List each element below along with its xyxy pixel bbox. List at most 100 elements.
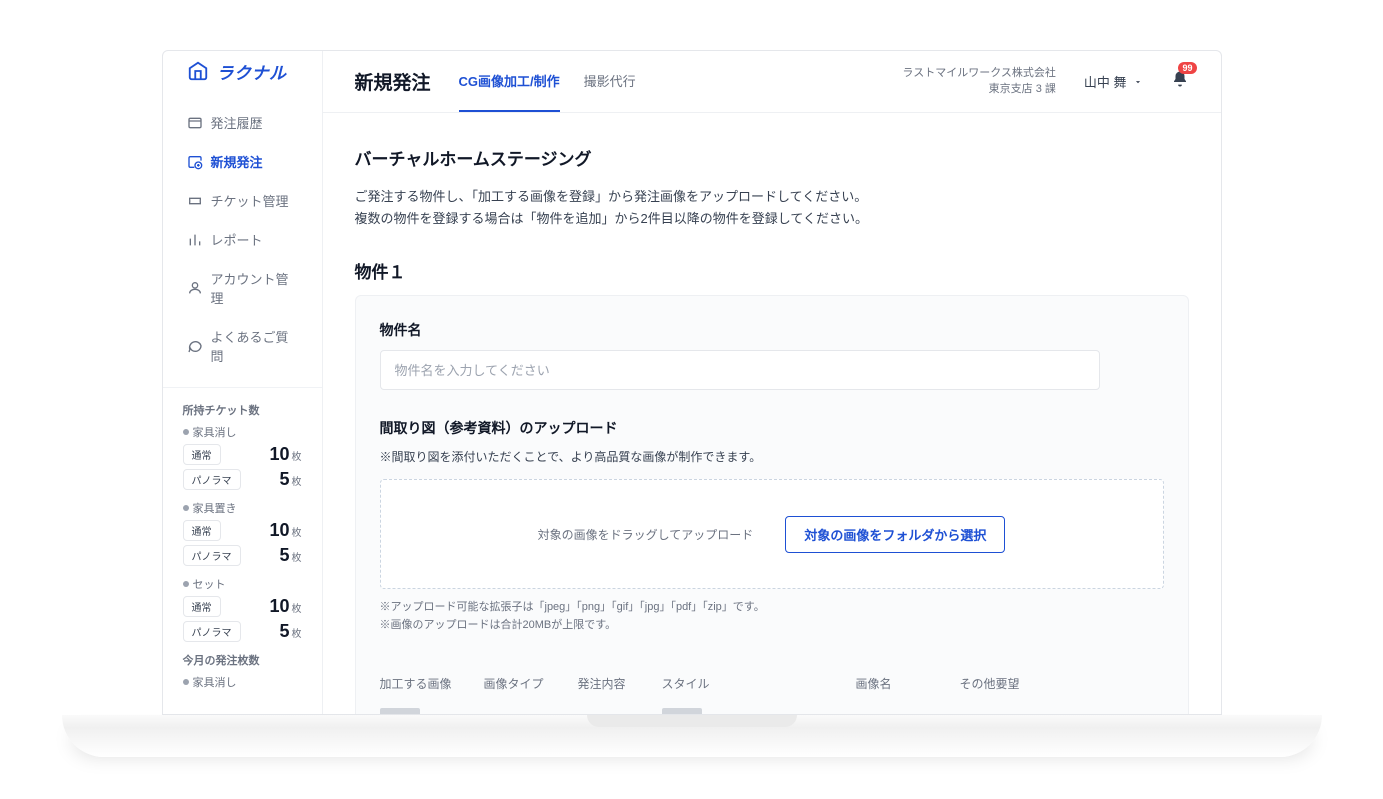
month-group-kagukeshi: 家具消し	[183, 674, 302, 690]
dot-icon	[183, 679, 189, 685]
ticket-tag-panorama: パノラマ	[183, 469, 241, 490]
ticket-group-name: 家具置き	[193, 500, 237, 516]
header: 新規発注 CG画像加工/制作 撮影代行 ラストマイルワークス株式会社 東京支店 …	[323, 51, 1221, 113]
th-other: その他要望	[960, 675, 1164, 692]
header-tabs: CG画像加工/制作 撮影代行	[459, 51, 636, 112]
chevron-down-icon	[1133, 77, 1143, 87]
sidebar-item-label: 新規発注	[211, 152, 263, 171]
ticket-group-name: 家具消し	[193, 424, 237, 440]
notification-badge: 99	[1178, 62, 1196, 74]
ticket-icon	[187, 193, 203, 209]
content: バーチャルホームステージング ご発注する物件し、「加工する画像を登録」から発注画…	[323, 113, 1221, 714]
upload-notes: ※アップロード可能な拡張子は「jpeg」「png」「gif」「jpg」「pdf」…	[380, 599, 1164, 634]
sidebar-item-report[interactable]: レポート	[163, 220, 322, 259]
order-table-headers: 加工する画像 画像タイプ 発注内容 スタイル 画像名 その他要望	[380, 675, 1164, 692]
sidebar-item-faq[interactable]: よくあるご質問	[163, 317, 322, 375]
sidebar-item-label: よくあるご質問	[211, 327, 298, 365]
dot-icon	[183, 505, 189, 511]
ticket-count-unit: 枚	[292, 625, 302, 640]
th-type: 画像タイプ	[484, 675, 554, 692]
logo-icon	[187, 60, 209, 82]
logo-text: ラクナル	[217, 59, 287, 84]
th-content: 発注内容	[578, 675, 638, 692]
sidebar-item-label: アカウント管理	[211, 269, 298, 307]
account-icon	[187, 280, 203, 296]
notifications-button[interactable]: 99	[1171, 70, 1189, 93]
floorplan-label: 間取り図（参考資料）のアップロード	[380, 418, 1164, 438]
ticket-tag-panorama: パノラマ	[183, 545, 241, 566]
section-description: ご発注する物件し、「加工する画像を登録」から発注画像をアップロードしてください。…	[355, 186, 1189, 230]
th-name: 画像名	[856, 675, 936, 692]
faq-icon	[187, 338, 203, 354]
floorplan-help: ※間取り図を添付いただくことで、より高品質な画像が制作できます。	[380, 448, 1164, 467]
ticket-count-unit: 枚	[292, 448, 302, 463]
th-image: 加工する画像	[380, 675, 460, 692]
ticket-tag-panorama: パノラマ	[183, 621, 241, 642]
note-line: ※アップロード可能な拡張子は「jpeg」「png」「gif」「jpg」「pdf」…	[380, 599, 1164, 617]
company-division: 東京支店 3 課	[902, 82, 1055, 97]
sidebar-item-new-order[interactable]: 新規発注	[163, 142, 322, 181]
sidebar-item-label: 発注履歴	[211, 113, 263, 132]
note-line: ※画像のアップロードは合計20MBが上限です。	[380, 617, 1164, 635]
laptop-notch	[587, 715, 797, 727]
ticket-tag-normal: 通常	[183, 596, 221, 617]
ticket-group-set: セット 通常 10枚 パノラマ 5枚	[183, 576, 302, 642]
month-order-title: 今月の発注枚数	[183, 652, 302, 668]
property-name-input[interactable]	[380, 350, 1100, 390]
section-title: バーチャルホームステージング	[355, 145, 1189, 170]
dropzone-text: 対象の画像をドラッグしてアップロード	[538, 526, 754, 543]
dot-icon	[183, 581, 189, 587]
ticket-count-value: 10	[269, 596, 289, 617]
sidebar: ラクナル 発注履歴 新規発注 チケット管理 レポート	[163, 51, 323, 714]
nav-list: 発注履歴 新規発注 チケット管理 レポート アカウント管理	[163, 91, 322, 387]
dot-icon	[183, 429, 189, 435]
ticket-panel-title: 所持チケット数	[183, 402, 302, 418]
ticket-count-value: 10	[269, 444, 289, 465]
ticket-count-value: 5	[279, 621, 289, 642]
ticket-count-value: 10	[269, 520, 289, 541]
property-heading: 物件１	[355, 258, 1189, 283]
ticket-group-name: 家具消し	[193, 674, 237, 690]
company-name: ラストマイルワークス株式会社	[902, 66, 1055, 81]
image-placeholder-icon	[380, 708, 420, 714]
image-placeholder-icon	[662, 708, 702, 714]
new-order-icon	[187, 154, 203, 170]
history-icon	[187, 115, 203, 131]
upload-dropzone[interactable]: 対象の画像をドラッグしてアップロード 対象の画像をフォルダから選択	[380, 479, 1164, 589]
ticket-count-value: 5	[279, 469, 289, 490]
company-info: ラストマイルワークス株式会社 東京支店 3 課	[902, 66, 1055, 97]
sidebar-item-ticket[interactable]: チケット管理	[163, 181, 322, 220]
ticket-tag-normal: 通常	[183, 444, 221, 465]
tab-photography[interactable]: 撮影代行	[584, 51, 636, 112]
ticket-group-name: セット	[193, 576, 226, 592]
property-card: 物件名 間取り図（参考資料）のアップロード ※間取り図を添付いただくことで、より…	[355, 295, 1189, 714]
ticket-count-unit: 枚	[292, 600, 302, 615]
app-window: ラクナル 発注履歴 新規発注 チケット管理 レポート	[162, 50, 1222, 715]
ticket-group-kaguoki: 家具置き 通常 10枚 パノラマ 5枚	[183, 500, 302, 566]
select-file-button[interactable]: 対象の画像をフォルダから選択	[785, 516, 1005, 553]
property-name-label: 物件名	[380, 320, 1164, 340]
page-title: 新規発注	[355, 68, 431, 95]
logo: ラクナル	[163, 51, 322, 91]
ticket-panel: 所持チケット数 家具消し 通常 10枚 パノラマ 5枚 家具置き 通常	[163, 387, 322, 714]
sidebar-item-history[interactable]: 発注履歴	[163, 103, 322, 142]
sidebar-item-label: チケット管理	[211, 191, 289, 210]
tab-cg-processing[interactable]: CG画像加工/制作	[459, 51, 560, 112]
ticket-count-value: 5	[279, 545, 289, 566]
user-menu[interactable]: 山中 舞	[1084, 72, 1143, 91]
ticket-count-unit: 枚	[292, 524, 302, 539]
user-name: 山中 舞	[1084, 72, 1127, 91]
table-row	[380, 708, 1164, 714]
desc-line: 複数の物件を登録する場合は「物件を追加」から2件目以降の物件を登録してください。	[355, 208, 1189, 230]
tab-label: CG画像加工/制作	[459, 71, 560, 90]
desc-line: ご発注する物件し、「加工する画像を登録」から発注画像をアップロードしてください。	[355, 186, 1189, 208]
ticket-count-unit: 枚	[292, 549, 302, 564]
sidebar-item-account[interactable]: アカウント管理	[163, 259, 322, 317]
laptop-base	[62, 715, 1322, 757]
ticket-group-kagukeshi: 家具消し 通常 10枚 パノラマ 5枚	[183, 424, 302, 490]
report-icon	[187, 232, 203, 248]
ticket-tag-normal: 通常	[183, 520, 221, 541]
ticket-count-unit: 枚	[292, 473, 302, 488]
main-area: 新規発注 CG画像加工/制作 撮影代行 ラストマイルワークス株式会社 東京支店 …	[323, 51, 1221, 714]
tab-label: 撮影代行	[584, 71, 636, 90]
